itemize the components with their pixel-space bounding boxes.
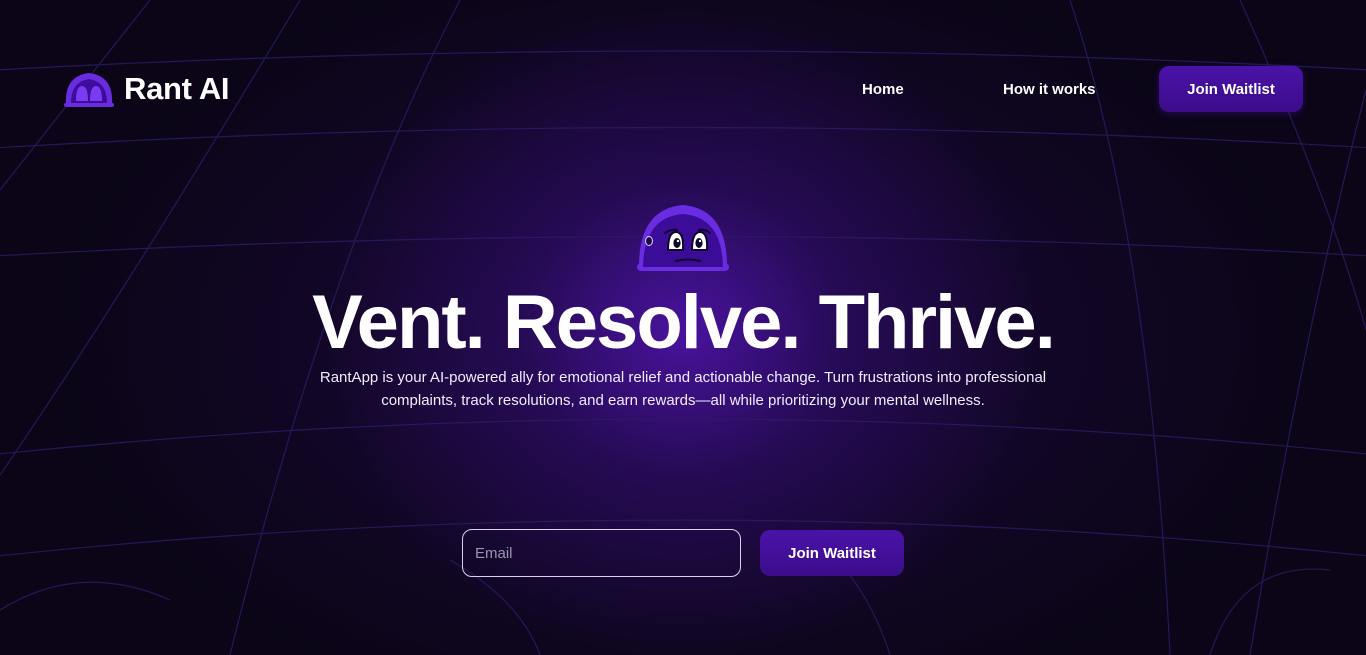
hero-subtitle-line-1: RantApp is your AI-powered ally for emot… xyxy=(319,369,1047,386)
hero-subtitle: RantApp is your AI-powered ally for emot… xyxy=(283,366,1083,412)
worried-robot-mascot-icon xyxy=(637,205,729,271)
hero-subtitle-line-2: complaints, track resolutions, and earn … xyxy=(381,392,985,409)
brand-logo-link[interactable]: Rant AI xyxy=(62,70,230,108)
hero-title: Vent. Resolve. Thrive. xyxy=(312,280,1056,365)
header-join-waitlist-button[interactable]: Join Waitlist xyxy=(1159,66,1303,112)
brand-name: Rant AI xyxy=(124,71,230,106)
nav-home-link[interactable]: Home xyxy=(862,80,904,100)
landing-page: Rant AI Home How it works Join Waitlist … xyxy=(0,0,1366,655)
nav-how-it-works-link[interactable]: How it works xyxy=(1003,80,1096,100)
email-input[interactable] xyxy=(462,529,741,577)
site-header: Rant AI Home How it works Join Waitlist xyxy=(0,0,1366,180)
form-join-waitlist-button[interactable]: Join Waitlist xyxy=(760,530,904,576)
robot-face-icon xyxy=(64,73,114,107)
